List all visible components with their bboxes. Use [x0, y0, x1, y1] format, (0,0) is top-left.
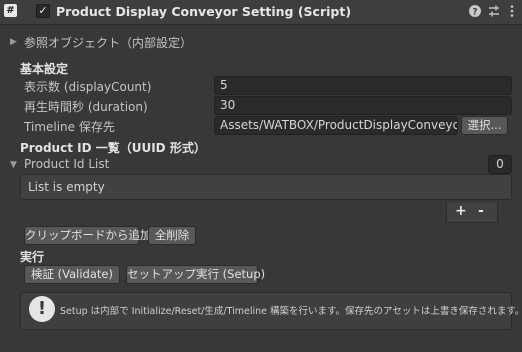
add-element-button[interactable]: +	[455, 203, 467, 219]
duration-label: 再生時間秒 (duration)	[24, 100, 148, 114]
presets-icon[interactable]	[487, 4, 501, 18]
display-count-field[interactable]: 5	[214, 76, 512, 95]
component-title: Product Display Conveyor Setting (Script…	[56, 4, 352, 19]
remove-element-button[interactable]: -	[478, 203, 484, 219]
enabled-checkbox[interactable]: ✓	[36, 4, 50, 18]
run-heading: 実行	[20, 250, 45, 264]
timeline-path-field[interactable]: Assets/WATBOX/ProductDisplayConveyo	[214, 116, 458, 135]
ref-objects-foldout[interactable]: 参照オブジェクト（内部設定）	[24, 34, 192, 51]
basic-settings-heading: 基本設定	[20, 62, 69, 76]
foldout-expanded-icon[interactable]: ▼	[10, 160, 17, 170]
warning-icon: !	[29, 296, 55, 322]
foldout-collapsed-icon[interactable]: ▶	[10, 37, 17, 47]
more-icon[interactable]	[505, 4, 519, 18]
svg-text:?: ?	[472, 8, 477, 18]
validate-button[interactable]: 検証 (Validate)	[24, 265, 120, 284]
paste-from-clipboard-button[interactable]: クリップボードから追加	[24, 226, 152, 245]
select-path-button[interactable]: 選択...	[461, 116, 508, 135]
list-size-field[interactable]: 0	[488, 155, 512, 174]
setup-button[interactable]: セットアップ実行 (Setup)	[126, 265, 265, 284]
help-text: Setup は内部で Initialize/Reset/生成/Timeline …	[60, 306, 522, 317]
script-icon: #	[4, 4, 17, 17]
list-footer	[446, 203, 498, 223]
clear-all-button[interactable]: 全削除	[148, 226, 196, 245]
product-id-list-label[interactable]: Product Id List	[24, 157, 109, 171]
duration-field[interactable]: 30	[214, 96, 512, 115]
list-empty-text: List is empty	[28, 180, 105, 194]
timeline-path-label: Timeline 保存先	[24, 120, 115, 134]
product-id-heading: Product ID 一覧（UUID 形式）	[20, 141, 206, 155]
help-icon[interactable]: ?	[468, 4, 482, 18]
display-count-label: 表示数 (displayCount)	[24, 80, 152, 94]
